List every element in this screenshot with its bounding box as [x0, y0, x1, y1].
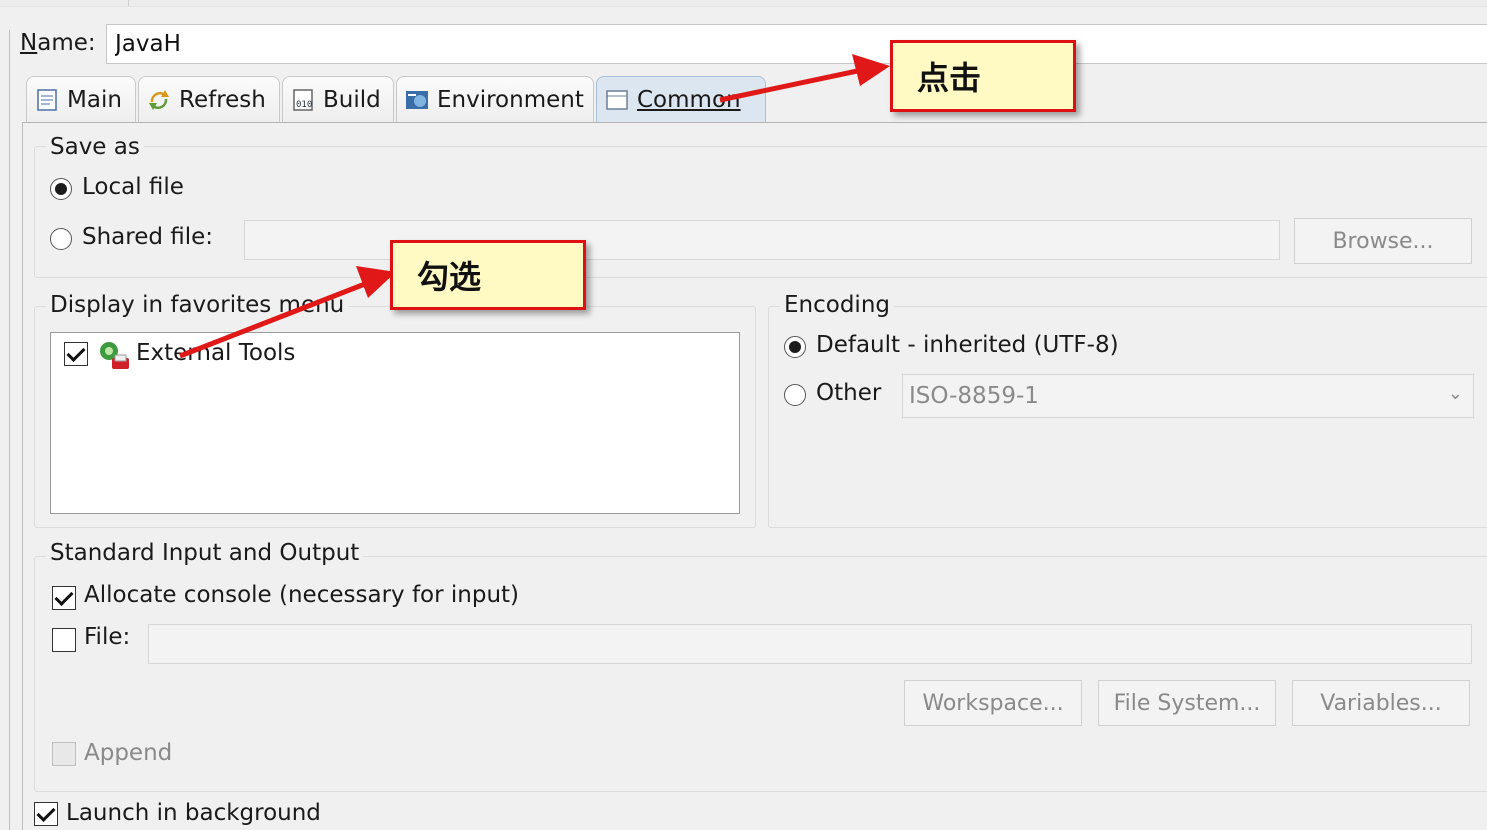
click-arrow: [719, 67, 863, 103]
check-arrow: [179, 279, 371, 359]
click-arrowhead: [852, 54, 890, 86]
check-callout: 勾选: [390, 240, 586, 310]
click-callout: 点击: [890, 40, 1076, 112]
annotation-arrows: [179, 54, 890, 359]
